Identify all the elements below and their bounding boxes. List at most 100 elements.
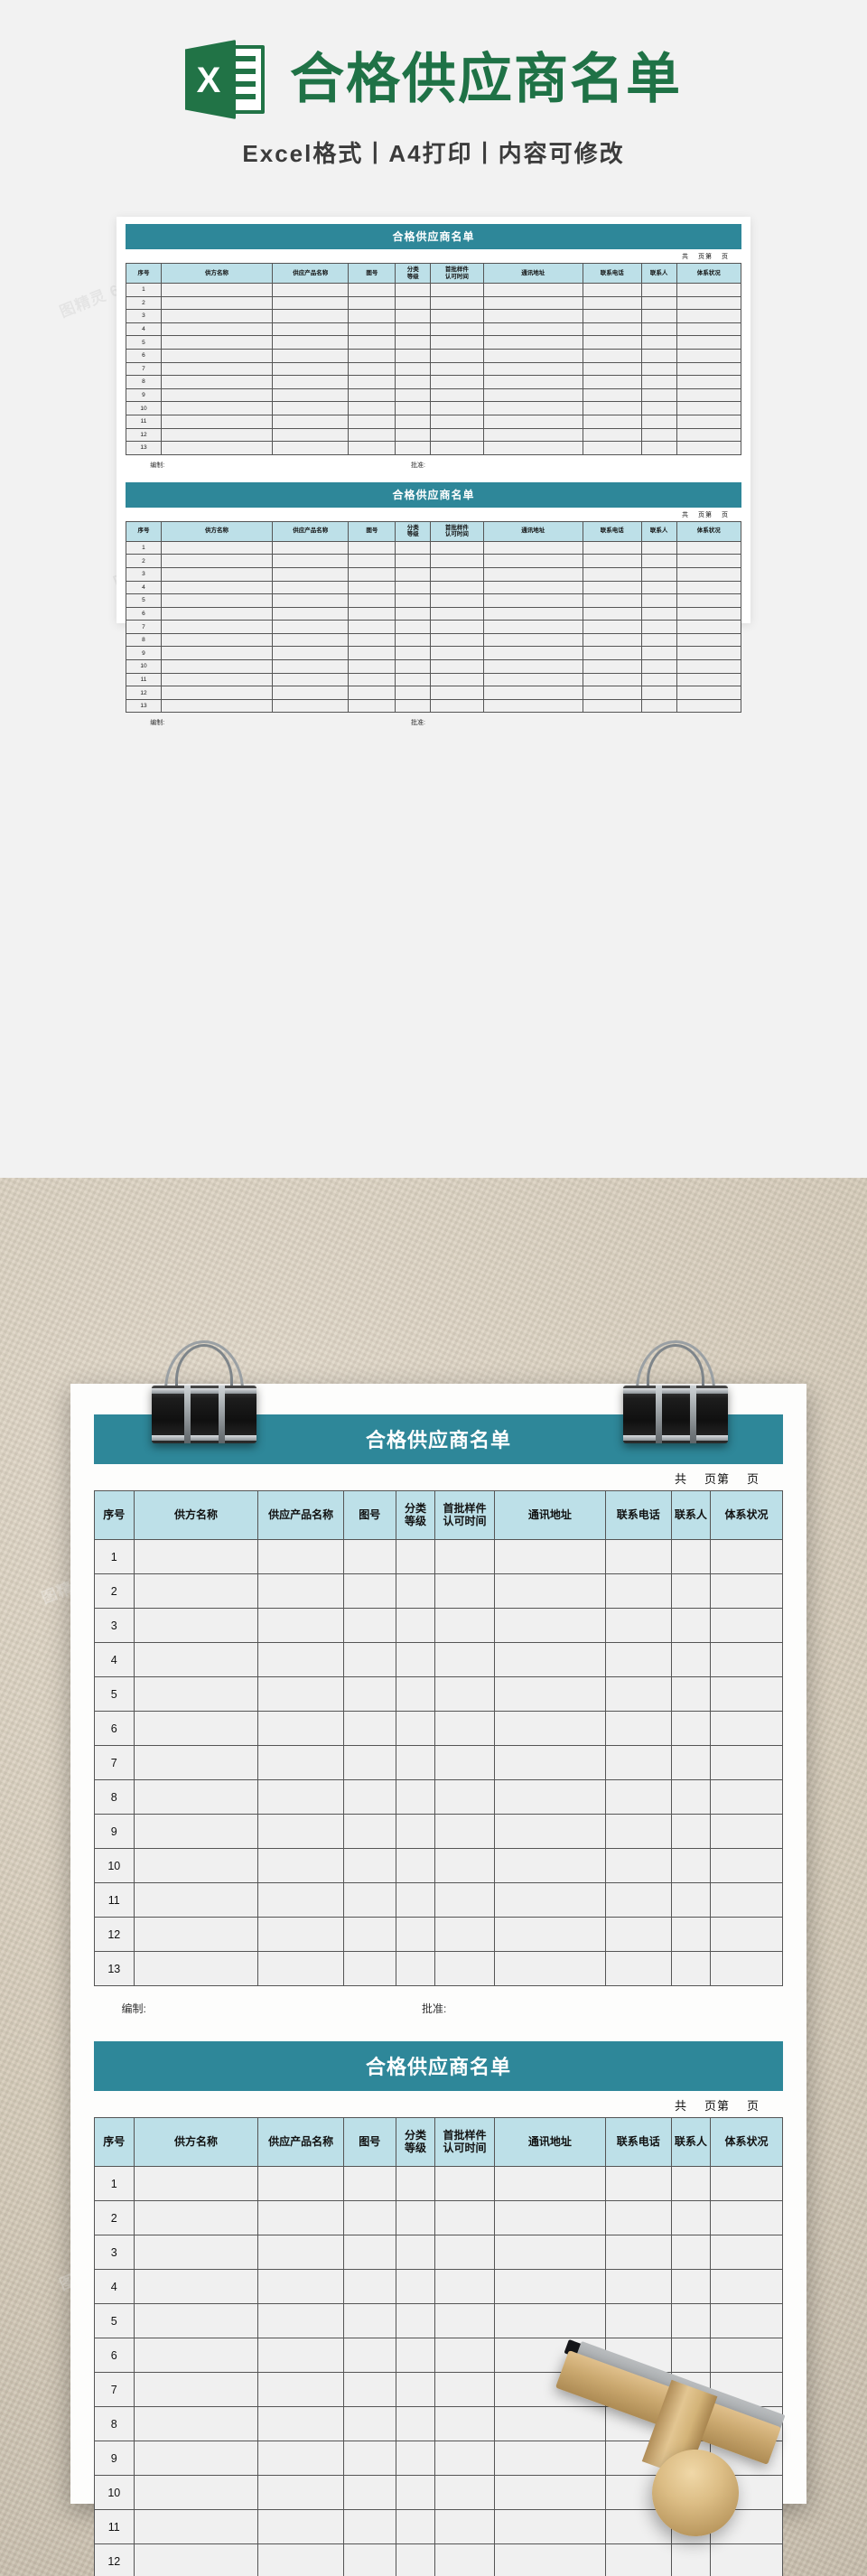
table-cell[interactable]: [395, 1951, 436, 1986]
table-cell[interactable]: [482, 387, 583, 403]
table-cell[interactable]: [482, 698, 583, 714]
table-cell[interactable]: [430, 414, 484, 429]
table-cell[interactable]: [342, 1676, 396, 1712]
table-cell[interactable]: [395, 2303, 436, 2338]
table-cell[interactable]: [582, 414, 642, 429]
table-cell[interactable]: [395, 309, 432, 323]
table-cell[interactable]: [342, 2269, 396, 2304]
table-cell[interactable]: [257, 1539, 344, 1574]
table-cell[interactable]: [430, 361, 484, 377]
table-cell[interactable]: [257, 2303, 344, 2338]
table-cell[interactable]: [493, 1711, 607, 1746]
table-cell[interactable]: [676, 566, 742, 582]
table-cell[interactable]: [710, 1745, 783, 1780]
table-cell[interactable]: [257, 1882, 344, 1918]
table-cell[interactable]: [710, 1711, 783, 1746]
table-cell[interactable]: [430, 441, 484, 455]
table-cell[interactable]: [676, 387, 742, 403]
table-cell[interactable]: [133, 2235, 259, 2270]
table-cell[interactable]: [430, 309, 484, 323]
table-cell[interactable]: [605, 1951, 672, 1986]
table-cell[interactable]: [395, 1711, 436, 1746]
table-cell[interactable]: [160, 401, 274, 415]
table-cell[interactable]: [640, 401, 677, 415]
table-cell[interactable]: [670, 2166, 712, 2201]
table-cell[interactable]: [257, 2166, 344, 2201]
table-cell[interactable]: [257, 2269, 344, 2304]
table-cell[interactable]: [670, 1676, 712, 1712]
table-cell[interactable]: [582, 620, 642, 634]
table-cell[interactable]: [342, 1711, 396, 1746]
table-cell[interactable]: [395, 1642, 436, 1677]
table-cell[interactable]: [160, 361, 274, 377]
table-cell[interactable]: [710, 2166, 783, 2201]
table-cell[interactable]: [710, 1848, 783, 1883]
table-cell[interactable]: [430, 387, 484, 403]
table-cell[interactable]: [430, 375, 484, 389]
table-cell[interactable]: [133, 1676, 259, 1712]
table-cell[interactable]: [395, 1882, 436, 1918]
table-cell[interactable]: [676, 375, 742, 389]
table-cell[interactable]: [160, 580, 274, 595]
table-cell[interactable]: [430, 540, 484, 555]
table-cell[interactable]: [676, 580, 742, 595]
table-cell[interactable]: [640, 348, 677, 363]
table-cell[interactable]: [133, 2441, 259, 2476]
table-cell[interactable]: [710, 1917, 783, 1952]
table-cell[interactable]: [605, 1642, 672, 1677]
table-cell[interactable]: [710, 1539, 783, 1574]
table-cell[interactable]: [348, 606, 396, 621]
table-cell[interactable]: [493, 1882, 607, 1918]
table-cell[interactable]: [482, 593, 583, 608]
table-cell[interactable]: [430, 698, 484, 714]
table-cell[interactable]: [676, 335, 742, 350]
table-cell[interactable]: [676, 309, 742, 323]
table-cell[interactable]: [160, 566, 274, 582]
table-cell[interactable]: [605, 2166, 672, 2201]
table-cell[interactable]: [342, 2338, 396, 2373]
table-cell[interactable]: [395, 2543, 436, 2576]
table-cell[interactable]: [348, 427, 396, 443]
table-cell[interactable]: [395, 2475, 436, 2510]
table-cell[interactable]: [482, 414, 583, 429]
table-cell[interactable]: [133, 2200, 259, 2235]
table-cell[interactable]: [605, 1882, 672, 1918]
table-cell[interactable]: [342, 1745, 396, 1780]
table-cell[interactable]: [395, 580, 432, 595]
table-cell[interactable]: [482, 348, 583, 363]
table-cell[interactable]: [493, 2269, 607, 2304]
table-cell[interactable]: [160, 593, 274, 608]
table-cell[interactable]: [640, 414, 677, 429]
table-cell[interactable]: [482, 646, 583, 661]
table-cell[interactable]: [640, 554, 677, 568]
table-cell[interactable]: [434, 1917, 495, 1952]
table-cell[interactable]: [670, 1917, 712, 1952]
table-cell[interactable]: [482, 659, 583, 674]
table-cell[interactable]: [133, 2372, 259, 2407]
table-cell[interactable]: [640, 540, 677, 555]
table-cell[interactable]: [430, 427, 484, 443]
table-cell[interactable]: [160, 646, 274, 661]
table-cell[interactable]: [676, 361, 742, 377]
table-cell[interactable]: [582, 427, 642, 443]
table-cell[interactable]: [257, 2509, 344, 2544]
table-cell[interactable]: [482, 441, 583, 455]
table-cell[interactable]: [493, 1642, 607, 1677]
table-cell[interactable]: [160, 348, 274, 363]
table-cell[interactable]: [676, 283, 742, 297]
table-cell[interactable]: [640, 335, 677, 350]
table-cell[interactable]: [395, 1917, 436, 1952]
table-cell[interactable]: [395, 620, 432, 634]
table-cell[interactable]: [133, 1951, 259, 1986]
table-cell[interactable]: [272, 335, 350, 350]
table-cell[interactable]: [605, 2200, 672, 2235]
table-cell[interactable]: [670, 1539, 712, 1574]
table-cell[interactable]: [640, 580, 677, 595]
table-cell[interactable]: [395, 414, 432, 429]
table-cell[interactable]: [605, 2235, 672, 2270]
table-cell[interactable]: [676, 632, 742, 648]
table-cell[interactable]: [605, 2303, 672, 2338]
table-cell[interactable]: [670, 2200, 712, 2235]
table-cell[interactable]: [493, 2200, 607, 2235]
table-cell[interactable]: [348, 620, 396, 634]
